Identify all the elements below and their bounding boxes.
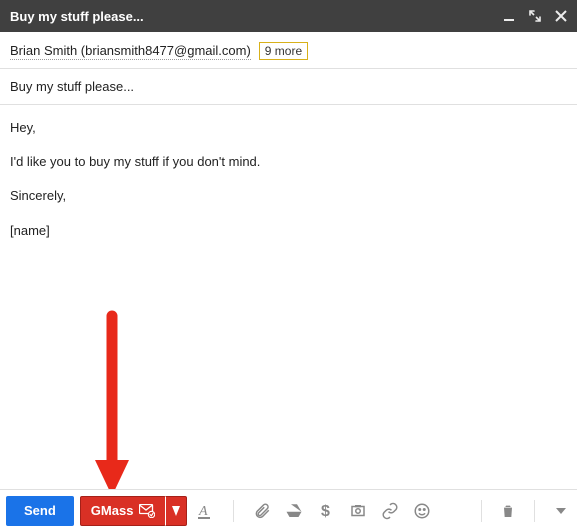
- body-line: I'd like you to buy my stuff if you don'…: [10, 153, 567, 171]
- chevron-down-icon: [172, 506, 180, 516]
- body-signature: [name]: [10, 222, 567, 240]
- minimize-icon[interactable]: [503, 10, 515, 22]
- toolbar-divider: [233, 500, 234, 522]
- gmass-button[interactable]: GMass: [80, 496, 167, 526]
- format-text-icon[interactable]: A: [195, 501, 215, 521]
- toolbar-divider: [534, 500, 535, 522]
- toolbar-right: [475, 500, 571, 522]
- recipients-more-badge[interactable]: 9 more: [259, 42, 308, 60]
- insert-link-icon[interactable]: [380, 501, 400, 521]
- attach-file-icon[interactable]: [252, 501, 272, 521]
- insert-emoji-icon[interactable]: [412, 501, 432, 521]
- recipients-row[interactable]: Brian Smith (briansmith8477@gmail.com) 9…: [0, 32, 577, 69]
- gmass-envelope-icon: [139, 504, 155, 518]
- gmass-dropdown-button[interactable]: [165, 496, 187, 526]
- more-options-icon[interactable]: [551, 501, 571, 521]
- money-icon[interactable]: $: [316, 501, 336, 521]
- send-button[interactable]: Send: [6, 496, 74, 526]
- expand-icon[interactable]: [529, 10, 541, 22]
- body-greeting: Hey,: [10, 119, 567, 137]
- recipient-chip[interactable]: Brian Smith (briansmith8477@gmail.com): [10, 43, 251, 60]
- subject-field[interactable]: Buy my stuff please...: [0, 69, 577, 105]
- insert-photo-icon[interactable]: [348, 501, 368, 521]
- gmass-button-label: GMass: [91, 503, 134, 518]
- discard-draft-icon[interactable]: [498, 501, 518, 521]
- compose-body[interactable]: Hey, I'd like you to buy my stuff if you…: [0, 105, 577, 505]
- svg-text:$: $: [321, 503, 330, 520]
- toolbar-divider: [481, 500, 482, 522]
- drive-icon[interactable]: [284, 501, 304, 521]
- formatting-toolbar: A $: [195, 500, 432, 522]
- body-closing: Sincerely,: [10, 187, 567, 205]
- subject-text: Buy my stuff please...: [10, 79, 134, 94]
- compose-toolbar: Send GMass A $: [0, 489, 577, 531]
- close-icon[interactable]: [555, 10, 567, 22]
- svg-text:A: A: [198, 504, 208, 519]
- compose-titlebar: Buy my stuff please...: [0, 0, 577, 32]
- window-controls: [503, 10, 567, 22]
- window-title: Buy my stuff please...: [10, 9, 144, 24]
